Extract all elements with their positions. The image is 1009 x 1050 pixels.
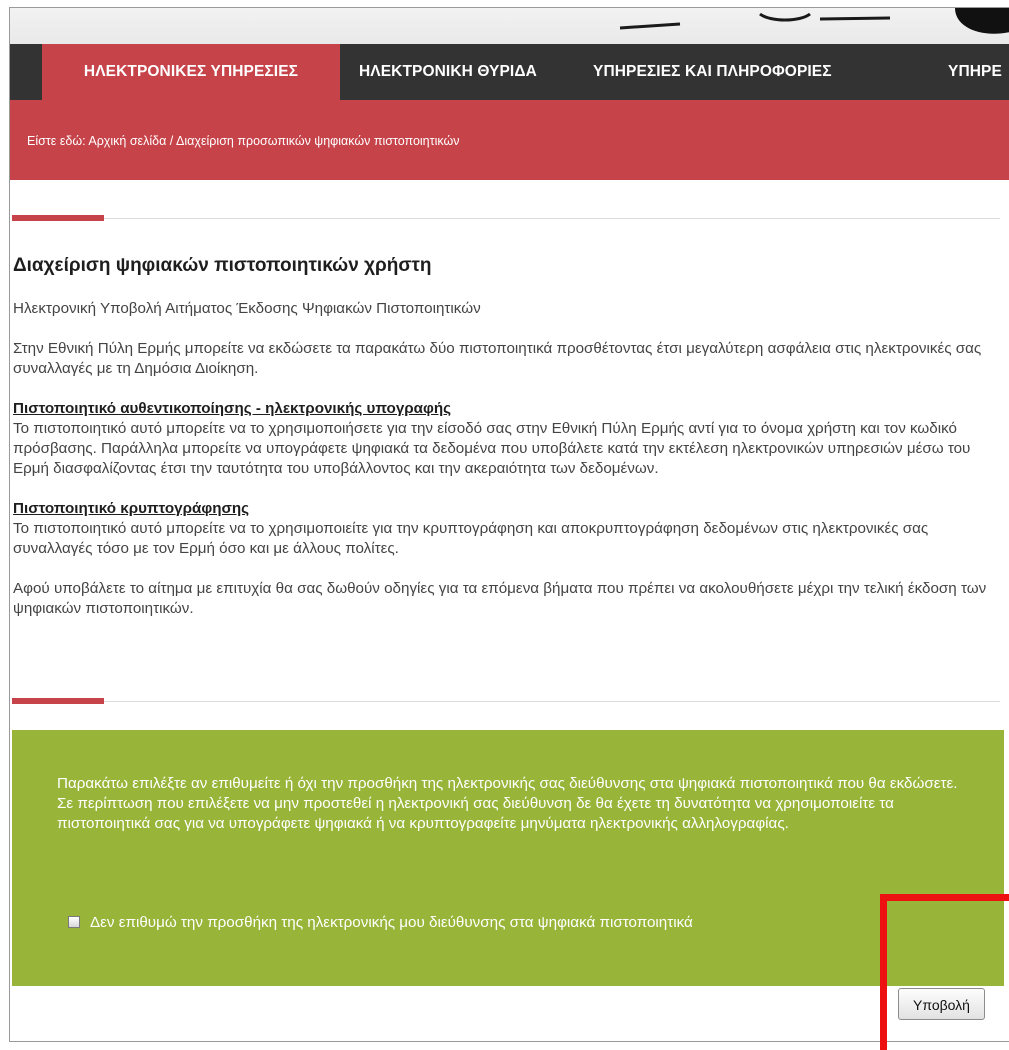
section-divider-bottom <box>12 698 1000 705</box>
page-title: Διαχείριση ψηφιακών πιστοποιητικών χρήστ… <box>13 255 432 276</box>
nav-item-electronic-mailbox[interactable]: ΗΛΕΚΤΡΟΝΙΚΗ ΘΥΡΙΔΑ <box>359 44 537 100</box>
main-content: Διαχείριση ψηφιακών πιστοποιητικών χρήστ… <box>13 253 1003 639</box>
header-banner <box>10 8 1009 44</box>
breadcrumb-bar: Είστε εδώ: Αρχική σελίδα / Διαχείριση πρ… <box>10 100 1009 180</box>
no-email-checkbox[interactable] <box>68 916 80 928</box>
encryption-certificate-text: Το πιστοποιητικό αυτό μπορείτε να το χρη… <box>13 520 929 557</box>
page-frame: ΗΛΕΚΤΡΟΝΙΚΕΣ ΥΠΗΡΕΣΙΕΣ ΗΛΕΚΤΡΟΝΙΚΗ ΘΥΡΙΔ… <box>9 7 1009 1042</box>
nav-item-electronic-services[interactable]: ΗΛΕΚΤΡΟΝΙΚΕΣ ΥΠΗΡΕΣΙΕΣ <box>42 44 340 100</box>
no-email-option[interactable]: Δεν επιθυμώ την προσθήκη της ηλεκτρονική… <box>68 913 693 933</box>
nav-item-services-truncated[interactable]: ΥΠΗΡΕ <box>948 44 1002 100</box>
no-email-checkbox-label: Δεν επιθυμώ την προσθήκη της ηλεκτρονική… <box>90 914 693 931</box>
encryption-certificate-section: Πιστοποιητικό κρυπτογράφησης Το πιστοποι… <box>13 499 1003 559</box>
main-nav: ΗΛΕΚΤΡΟΝΙΚΕΣ ΥΠΗΡΕΣΙΕΣ ΗΛΕΚΤΡΟΝΙΚΗ ΘΥΡΙΔ… <box>10 44 1009 100</box>
auth-certificate-heading: Πιστοποιητικό αυθεντικοποίησης - ηλεκτρο… <box>13 400 452 417</box>
email-option-panel: Παρακάτω επιλέξτε αν επιθυμείτε ή όχι τη… <box>12 730 1004 986</box>
encryption-certificate-heading: Πιστοποιητικό κρυπτογράφησης <box>13 500 250 517</box>
auth-certificate-section: Πιστοποιητικό αυθεντικοποίησης - ηλεκτρο… <box>13 399 1003 479</box>
nav-item-services-info[interactable]: ΥΠΗΡΕΣΙΕΣ ΚΑΙ ΠΛΗΡΟΦΟΡΙΕΣ <box>593 44 832 100</box>
breadcrumb: Είστε εδώ: Αρχική σελίδα / Διαχείριση πρ… <box>27 134 460 148</box>
outro-text: Αφού υποβάλετε το αίτημα με επιτυχία θα … <box>13 580 987 617</box>
email-option-description: Παρακάτω επιλέξτε αν επιθυμείτε ή όχι τη… <box>57 775 958 832</box>
auth-certificate-text: Το πιστοποιητικό αυτό μπορείτε να το χρη… <box>13 420 971 477</box>
intro-text: Στην Εθνική Πύλη Ερμής μπορείτε να εκδώσ… <box>13 340 982 377</box>
page-subtitle: Ηλεκτρονική Υποβολή Αιτήματος Έκδοσης Ψη… <box>13 300 481 317</box>
section-divider-top <box>12 215 1000 222</box>
submit-button[interactable]: Υποβολή <box>898 988 985 1020</box>
banner-artwork <box>619 8 1009 34</box>
